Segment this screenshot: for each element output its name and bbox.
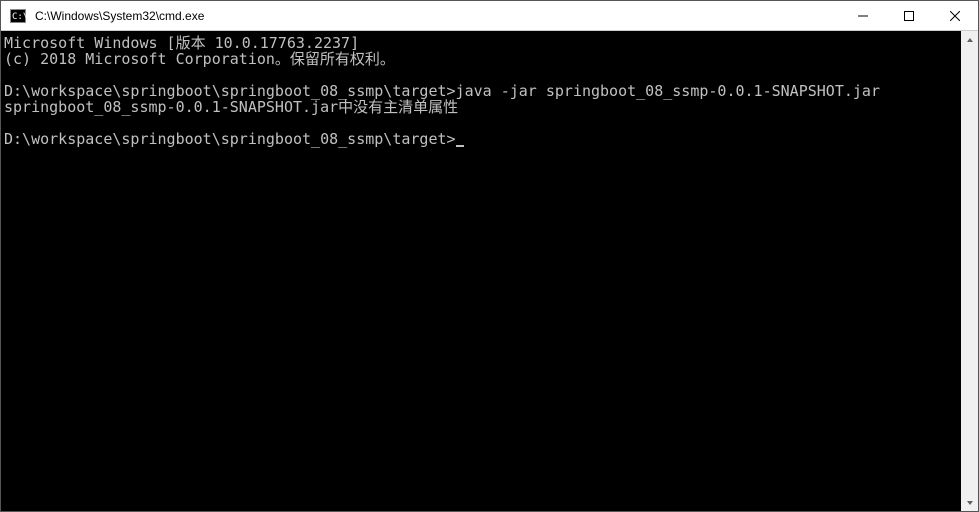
window-controls (840, 1, 978, 30)
terminal-prompt: D:\workspace\springboot\springboot_08_ss… (4, 130, 456, 148)
maximize-icon (904, 11, 914, 21)
terminal-line: springboot_08_ssmp-0.0.1-SNAPSHOT.jar中没有… (4, 98, 458, 116)
close-button[interactable] (932, 1, 978, 30)
scroll-down-arrow-icon[interactable] (961, 494, 978, 511)
scrollbar-track[interactable] (961, 48, 978, 494)
maximize-button[interactable] (886, 1, 932, 30)
client-area: Microsoft Windows [版本 10.0.17763.2237] (… (1, 31, 978, 511)
close-icon (950, 11, 960, 21)
terminal-line: (c) 2018 Microsoft Corporation。保留所有权利。 (4, 50, 395, 68)
window-icon-wrap: C:\ (1, 9, 35, 23)
minimize-icon (858, 11, 868, 21)
terminal-cursor (456, 132, 464, 147)
scroll-up-arrow-icon[interactable] (961, 31, 978, 48)
minimize-button[interactable] (840, 1, 886, 30)
cmd-icon: C:\ (10, 9, 26, 23)
cmd-window: C:\ C:\Windows\System32\cmd.exe Microsof… (0, 0, 979, 512)
terminal-output[interactable]: Microsoft Windows [版本 10.0.17763.2237] (… (1, 31, 961, 511)
titlebar[interactable]: C:\ C:\Windows\System32\cmd.exe (1, 1, 978, 31)
window-title: C:\Windows\System32\cmd.exe (35, 9, 840, 23)
vertical-scrollbar[interactable] (961, 31, 978, 511)
